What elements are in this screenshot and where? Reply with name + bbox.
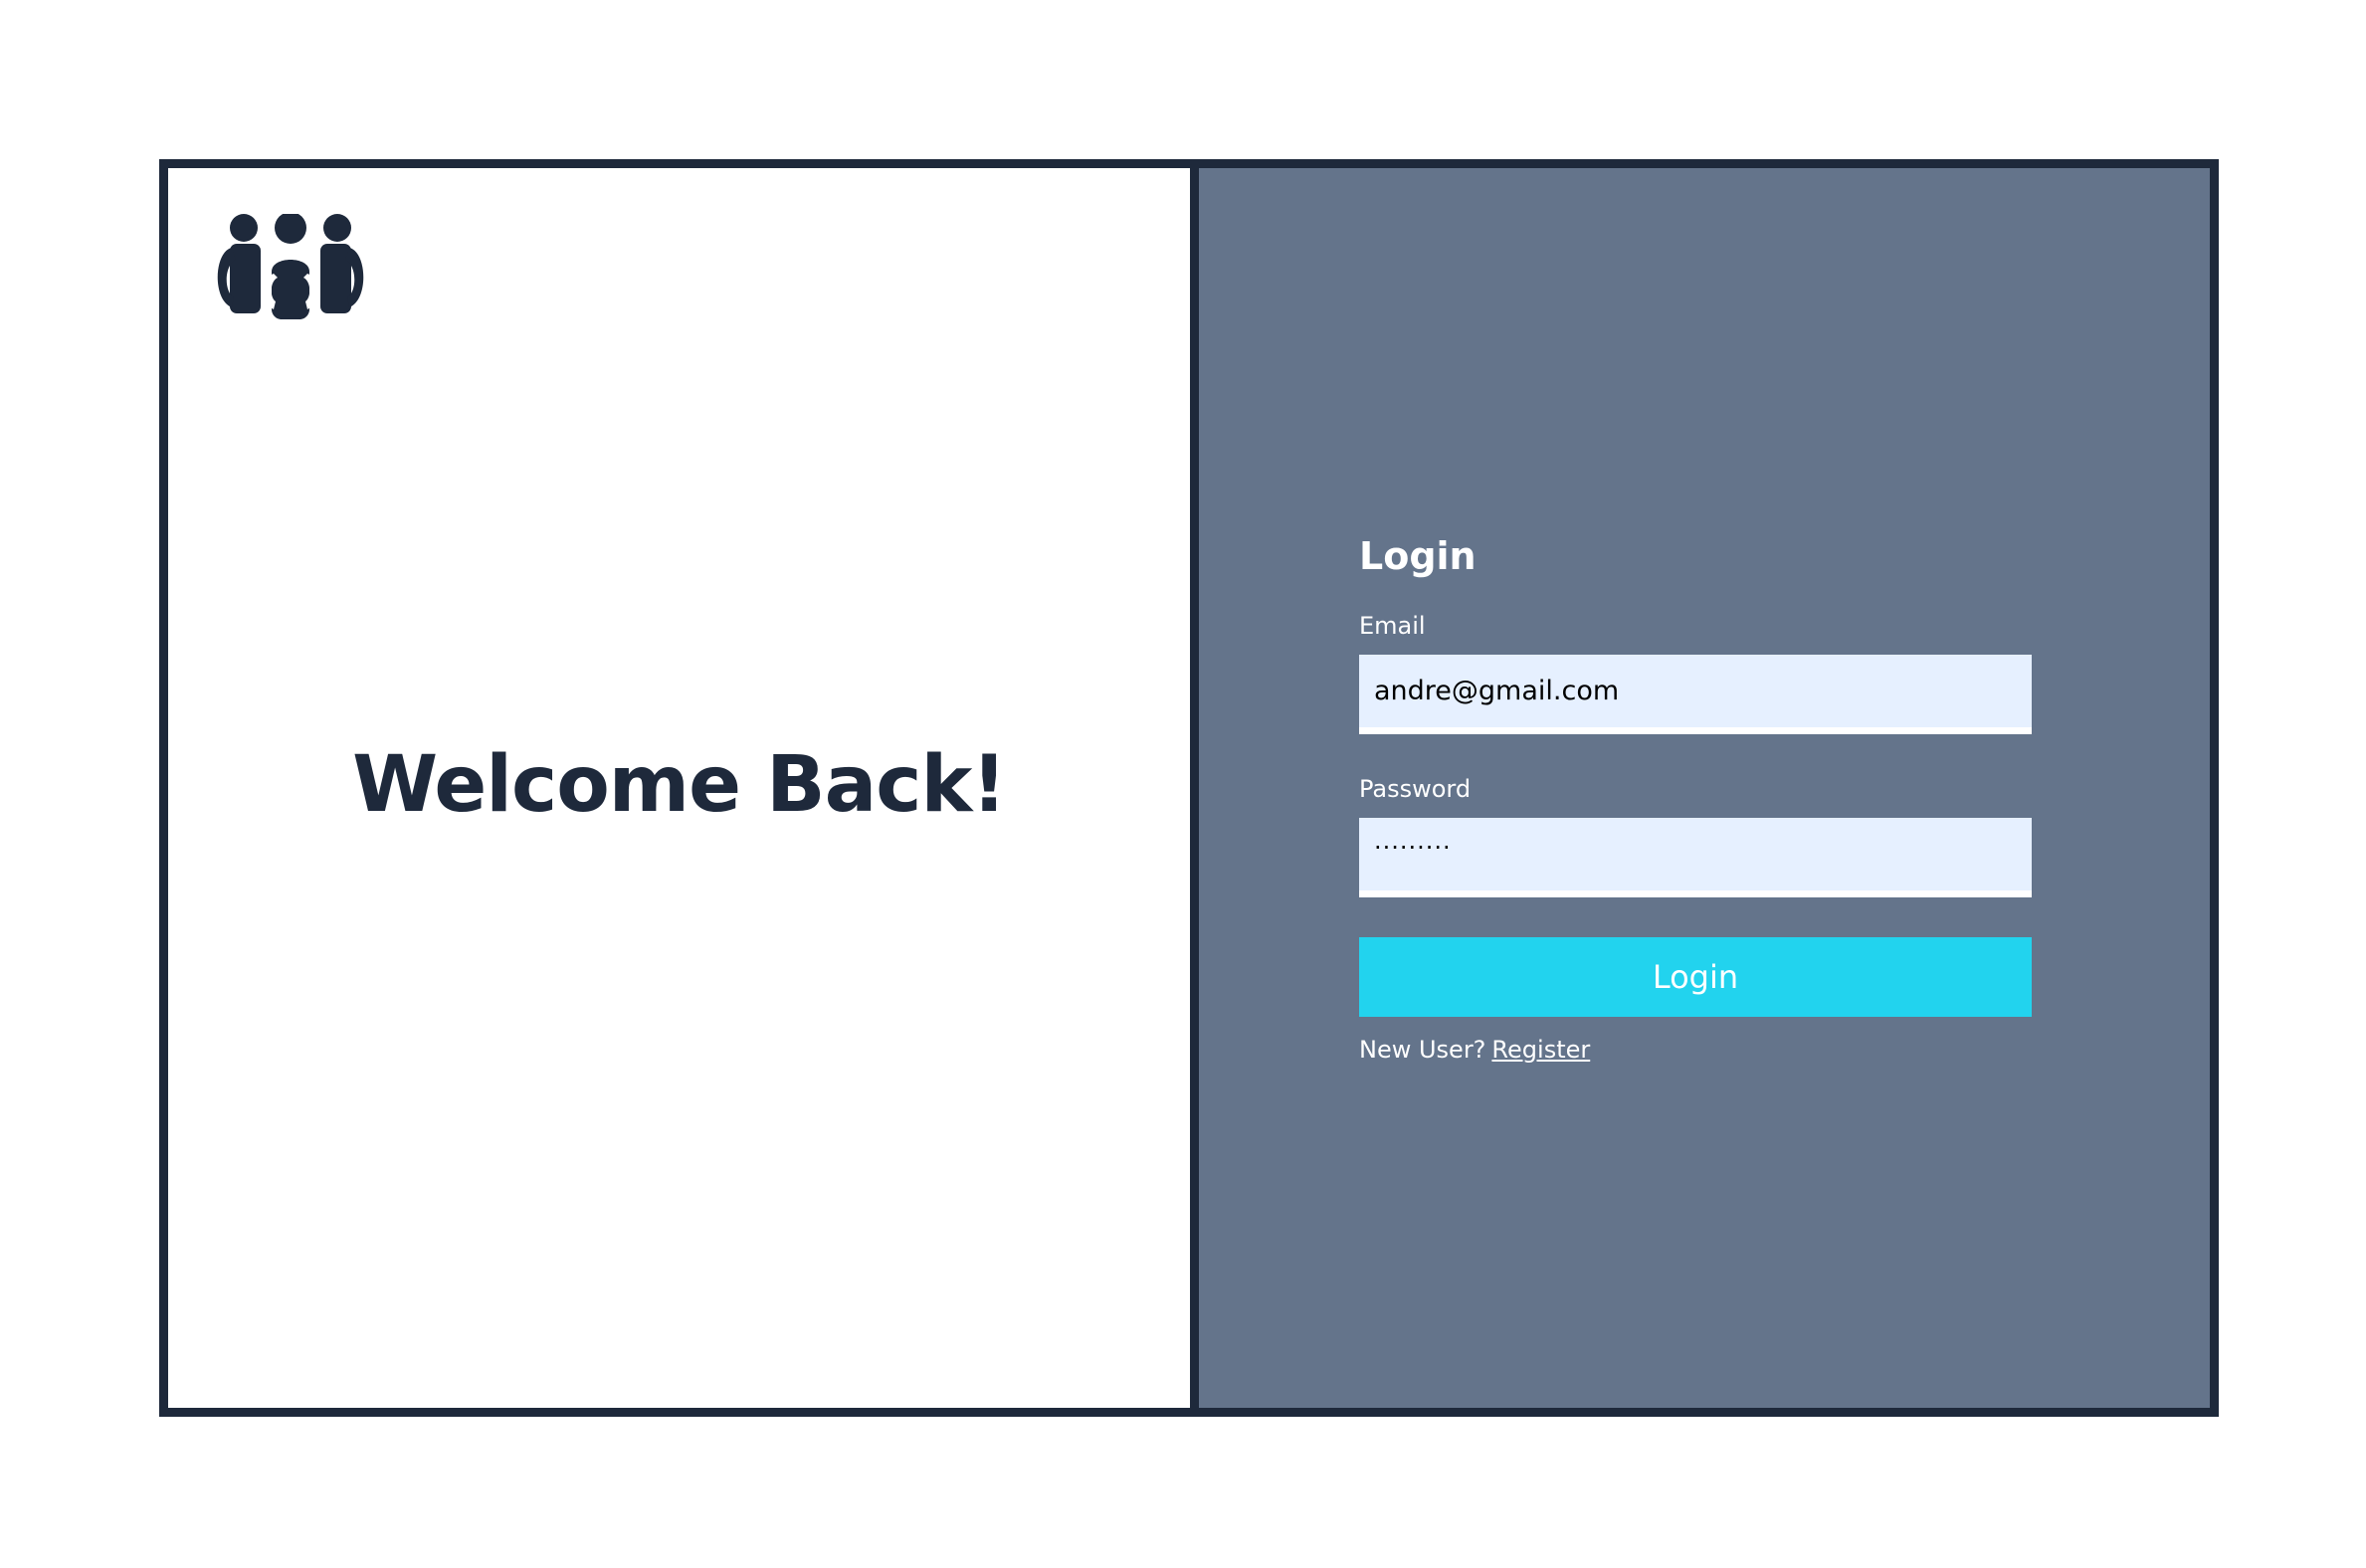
password-label: Password <box>1359 775 1472 803</box>
welcome-panel: Welcome Back! <box>168 168 1199 1408</box>
email-field[interactable]: andre@gmail.com <box>1359 655 2032 734</box>
register-link[interactable]: Register <box>1491 1036 1590 1064</box>
welcome-heading: Welcome Back! <box>352 740 1007 830</box>
login-panel: Login Email andre@gmail.com Password ···… <box>1199 168 2210 1408</box>
register-row: New User? Register <box>1359 1035 2032 1065</box>
login-card: Welcome Back! Login Email andre@gmail.co… <box>159 159 2219 1417</box>
password-field[interactable]: ········· <box>1359 818 2032 897</box>
new-user-text: New User? <box>1359 1036 1486 1064</box>
password-group: Password ········· <box>1359 774 2032 897</box>
users-group-icon <box>217 214 364 323</box>
email-group: Email andre@gmail.com <box>1359 611 2032 734</box>
login-title: Login <box>1359 534 1477 578</box>
login-button[interactable]: Login <box>1359 937 2032 1017</box>
login-form: Login Email andre@gmail.com Password ···… <box>1359 531 2032 1065</box>
email-value: andre@gmail.com <box>1374 676 1620 706</box>
password-value: ········· <box>1374 833 1452 862</box>
email-label: Email <box>1359 612 1426 640</box>
